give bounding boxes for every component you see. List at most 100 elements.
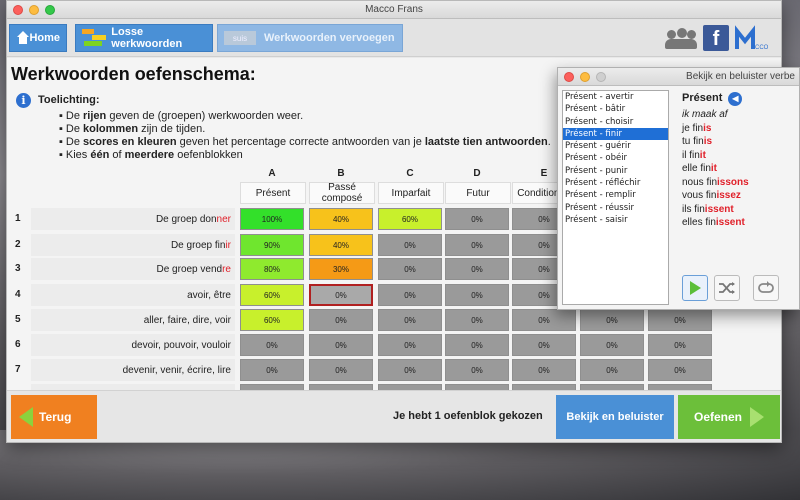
play-button[interactable] [682,275,708,301]
score-cell[interactable]: 60% [378,208,442,230]
column-header[interactable]: Imparfait [378,182,444,204]
score-cell[interactable]: 0% [445,284,509,306]
home-label: Home [29,32,60,44]
score-cell[interactable]: 80% [240,258,304,280]
score-cell[interactable]: 100% [240,208,304,230]
users-icon[interactable] [665,27,697,49]
score-cell[interactable]: 0% [309,359,373,381]
score-cell[interactable]: 0% [648,309,712,331]
score-cell[interactable]: 0% [580,359,644,381]
verb-list-item[interactable]: Présent - bâtir [563,103,668,115]
popup-title: Bekijk en beluister verbe [686,71,795,82]
score-cell[interactable]: 0% [512,359,576,381]
score-cell[interactable]: 0% [309,284,373,306]
column-header[interactable]: Futur [445,182,511,204]
bullet-text: De [65,136,84,148]
score-cell[interactable]: 0% [378,359,442,381]
verb-list[interactable]: Présent - avertir Présent - bâtir Présent … [562,90,669,305]
score-cell[interactable]: 0% [512,334,576,356]
score-cell[interactable]: 0% [445,208,509,230]
score-cell[interactable]: 0% [445,234,509,256]
row-number: 7 [15,364,21,375]
score-cell[interactable]: 0% [309,334,373,356]
score-cell[interactable]: 0% [240,334,304,356]
popup-zoom-button[interactable] [596,72,606,82]
verb-list-item[interactable]: Présent - choisir [563,116,668,128]
conjugation-stem: vous fin [682,190,717,201]
info-bullet: De rijen geven de (groepen) werkwoorden … [59,110,551,123]
speaker-icon[interactable]: ◀ [728,92,743,106]
row-label[interactable]: devoir, pouvoir, vouloir [31,334,235,356]
bullet-text: geven het percentage correcte antwoorden… [176,136,425,148]
column-header[interactable]: Passé composé [309,182,375,204]
view-listen-button[interactable]: Bekijk en beluister [556,395,674,439]
score-cell[interactable]: 0% [445,359,509,381]
macco-logo-icon[interactable]: ACCO [735,25,769,51]
score-cell[interactable]: 30% [309,258,373,280]
score-cell[interactable]: 0% [512,309,576,331]
score-cell[interactable]: 0% [378,284,442,306]
zoom-button[interactable] [45,5,55,15]
verb-list-item[interactable]: Présent - réussir [563,202,668,214]
score-cell[interactable]: 40% [309,208,373,230]
verb-list-item[interactable]: Présent - guérir [563,140,668,152]
home-button[interactable]: Home [9,24,67,52]
row-label-ending: ir [225,239,231,251]
page-title: Werkwoorden oefenschema: [11,64,256,84]
conjugation-line: elle finit [682,162,749,176]
repeat-button[interactable] [753,275,779,301]
score-cell[interactable]: 0% [648,359,712,381]
verb-list-item[interactable]: Présent - finir [563,127,668,141]
svg-text:ACCO: ACCO [751,45,769,51]
row-label[interactable]: avoir, être [31,284,235,306]
score-cell[interactable]: 40% [309,234,373,256]
score-cell[interactable]: 0% [445,309,509,331]
popup-close-button[interactable] [564,72,574,82]
column-header[interactable]: Présent [240,182,306,204]
score-cell[interactable]: 0% [378,309,442,331]
conjugation-ending: issent [715,217,745,228]
score-cell[interactable]: 60% [240,284,304,306]
losse-werkwoorden-label: Losse werkwoorden [111,26,183,50]
row-label[interactable]: De groep don ner [31,208,235,230]
score-cell[interactable]: 0% [240,359,304,381]
score-cell[interactable]: 0% [445,334,509,356]
facebook-icon[interactable]: f [703,25,729,51]
close-button[interactable] [13,5,23,15]
score-cell[interactable]: 0% [378,258,442,280]
losse-werkwoorden-button[interactable]: Losse werkwoorden [75,24,213,52]
back-button[interactable]: Terug [11,395,97,439]
score-cell[interactable]: 0% [378,234,442,256]
score-cell[interactable]: 0% [580,309,644,331]
bullet-text: of [109,149,125,161]
conjugation-ending: it [699,149,706,161]
score-cell[interactable]: 0% [378,334,442,356]
row-label[interactable]: devenir, venir, écrire, lire [31,359,235,381]
verb-list-item[interactable]: Présent - réfléchir [563,177,668,189]
verb-list-item[interactable]: Présent - avertir [563,91,668,103]
verb-list-item[interactable]: Présent - obéir [563,152,668,164]
score-cell[interactable]: 0% [648,334,712,356]
score-cell[interactable]: 0% [445,258,509,280]
bullet-emphasis: meerdere [124,149,175,161]
verb-list-item[interactable]: Présent - saisir [563,214,668,226]
score-cell[interactable]: 0% [309,309,373,331]
conjugation-stem: nous fin [682,176,718,188]
row-label[interactable]: aller, faire, dire, voir [31,309,235,331]
popup-minimize-button[interactable] [580,72,590,82]
score-cell[interactable]: 0% [580,334,644,356]
score-cell[interactable]: 60% [240,309,304,331]
row-label[interactable]: De groep fin ir [31,234,235,256]
column-letter: A [268,168,276,179]
score-cell[interactable]: 90% [240,234,304,256]
verb-list-item[interactable]: Présent - punir [563,165,668,177]
row-label[interactable]: De groep vend re [31,258,235,280]
werkwoorden-vervoegen-button[interactable]: suis Werkwoorden vervoegen [217,24,403,52]
practice-button[interactable]: Oefenen [678,395,780,439]
minimize-button[interactable] [29,5,39,15]
column-letter: C [406,168,414,179]
shuffle-icon [719,282,735,294]
verb-list-item[interactable]: Présent - remplir [563,189,668,201]
conjugation-line: il finit [682,149,749,163]
shuffle-button[interactable] [714,275,740,301]
